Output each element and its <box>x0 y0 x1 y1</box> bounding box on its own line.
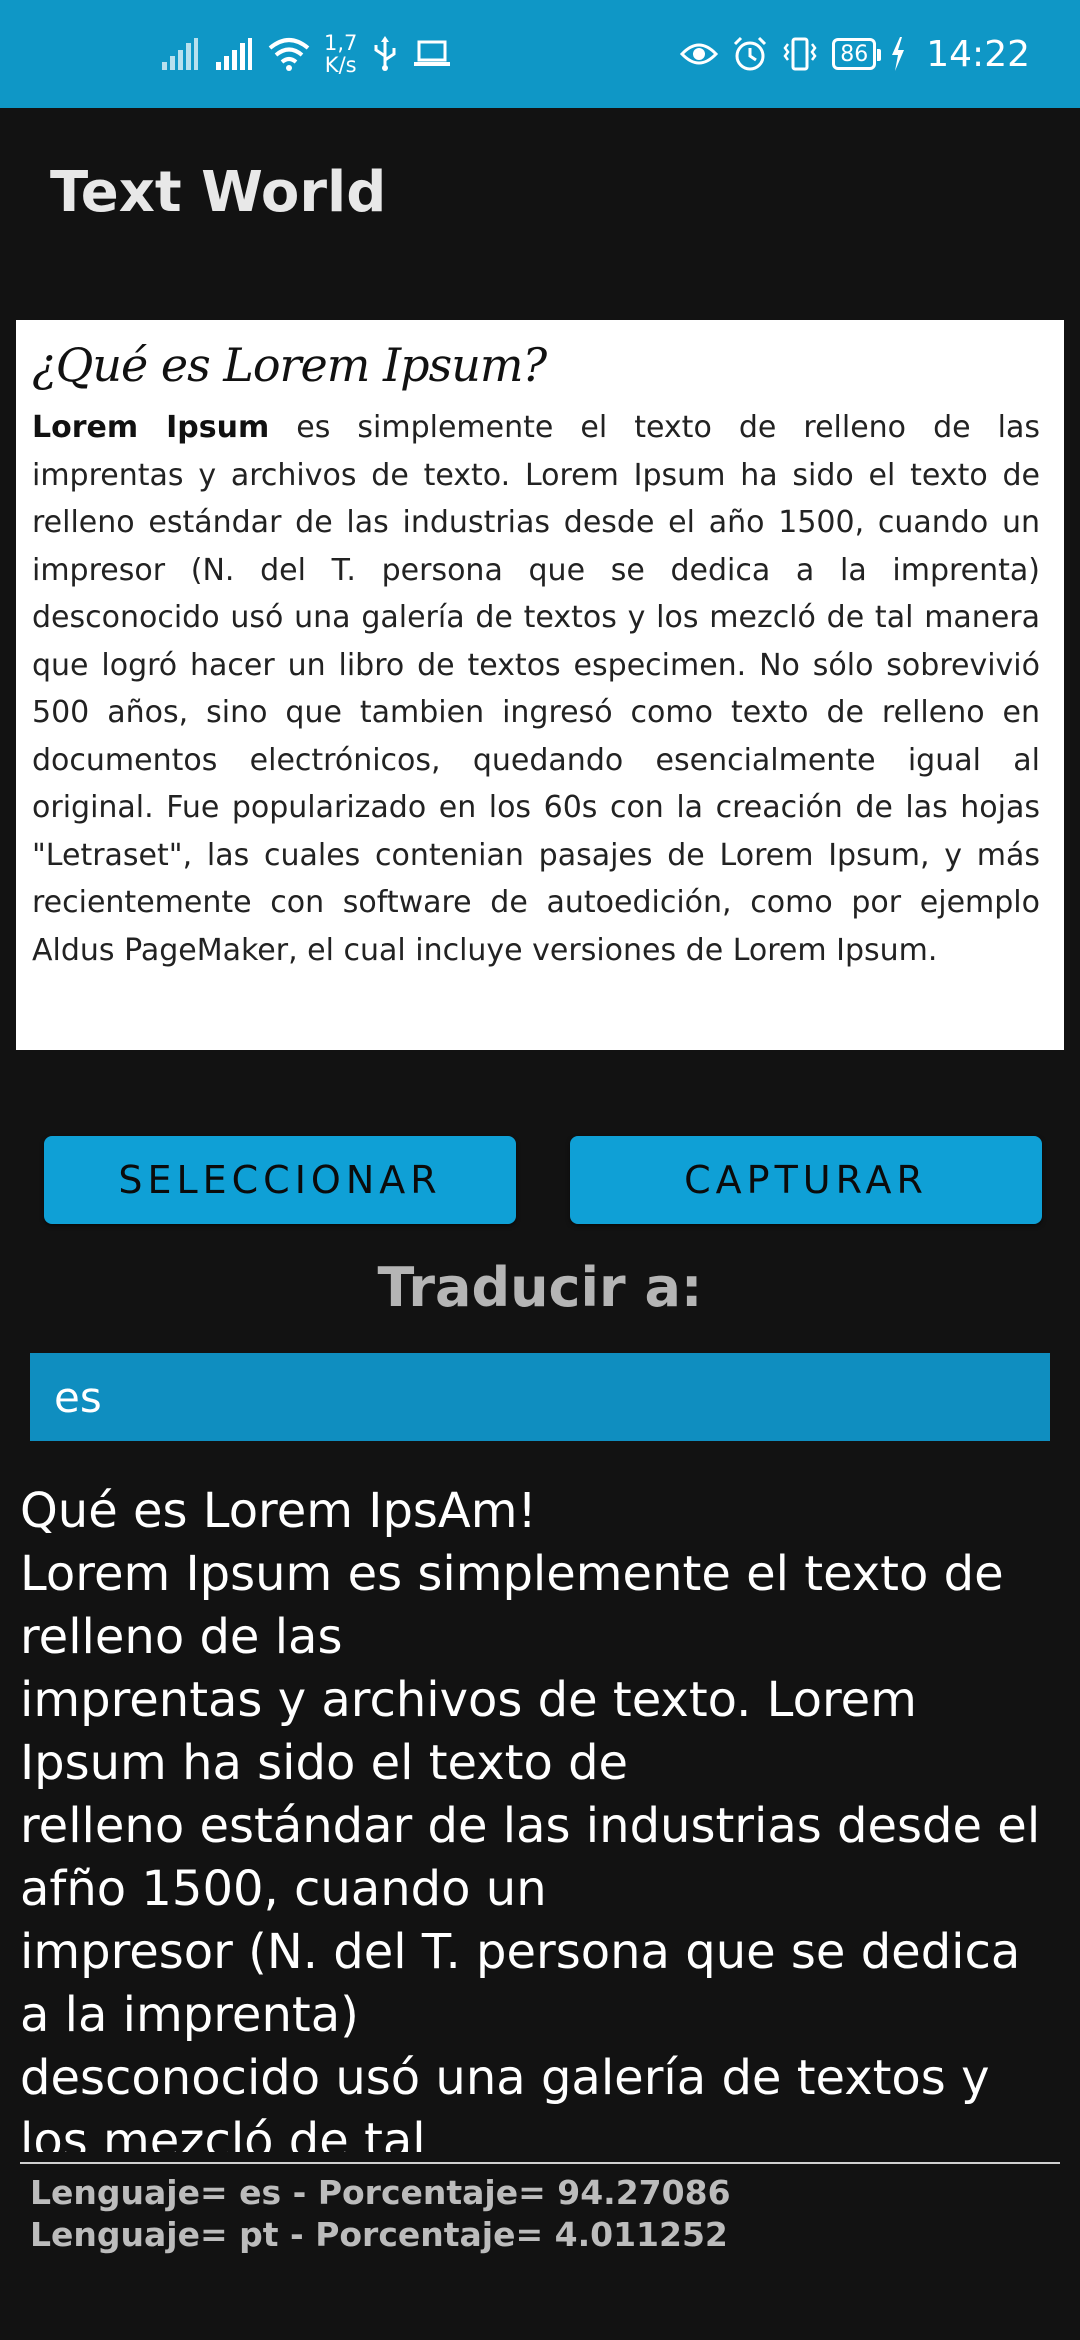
image-body-text: Lorem Ipsum es simplemente el texto de r… <box>32 404 1040 974</box>
status-left-group: 1,7 K/s <box>160 32 451 76</box>
status-time: 14:22 <box>926 33 1030 75</box>
signal-icon <box>160 36 200 72</box>
captured-image: ¿Qué es Lorem Ipsum? Lorem Ipsum es simp… <box>16 320 1064 1050</box>
eye-icon <box>680 40 719 68</box>
detection-line-2: Lenguaje= pt - Porcentaje= 4.011252 <box>30 2215 728 2254</box>
target-language-input[interactable] <box>30 1353 1050 1441</box>
translate-to-label: Traducir a: <box>377 1256 703 1319</box>
charging-icon <box>890 37 906 71</box>
battery-level: 86 <box>840 41 869 67</box>
select-button[interactable]: SELECCIONAR <box>44 1136 516 1224</box>
battery-indicator: 86 <box>832 38 882 70</box>
laptop-icon <box>413 39 451 69</box>
image-body-rest: es simplemente el texto de relleno de la… <box>32 410 1040 968</box>
wifi-icon <box>268 36 310 72</box>
result-divider <box>20 2162 1060 2164</box>
alarm-icon <box>732 36 768 72</box>
app-title: Text World <box>50 160 387 225</box>
usb-icon <box>371 36 399 72</box>
vibrate-icon <box>782 36 818 72</box>
image-body-bold: Lorem Ipsum <box>32 410 270 445</box>
signal-icon-2 <box>214 36 254 72</box>
network-speed-value: 1,7 <box>324 31 358 55</box>
detection-line-1: Lenguaje= es - Porcentaje= 94.27086 <box>30 2173 731 2212</box>
network-speed: 1,7 K/s <box>324 32 357 76</box>
recognized-text[interactable]: Qué es Lorem IpsAm! Lorem Ipsum es simpl… <box>20 1480 1060 2152</box>
network-speed-unit: K/s <box>324 53 357 77</box>
status-bar: 1,7 K/s 86 14:22 <box>0 0 1080 108</box>
image-heading: ¿Qué es Lorem Ipsum? <box>32 338 547 392</box>
capture-button[interactable]: CAPTURAR <box>570 1136 1042 1224</box>
language-detection: Lenguaje= es - Porcentaje= 94.27086 Leng… <box>30 2172 731 2256</box>
status-right-group: 86 14:22 <box>680 34 1030 75</box>
